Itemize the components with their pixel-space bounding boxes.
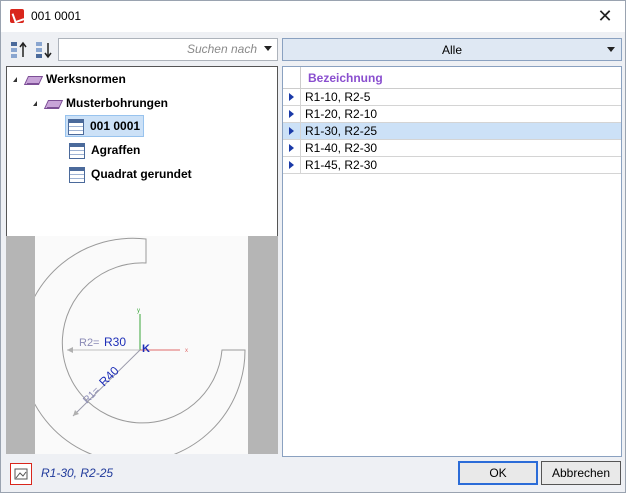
book-icon	[45, 98, 61, 110]
row-marker-icon	[289, 127, 294, 135]
tree-item-label: Agraffen	[91, 143, 141, 157]
row-label: R1-10, R2-5	[305, 90, 371, 104]
tree-item-agraffen[interactable]: Agraffen	[69, 140, 140, 160]
search-combobox[interactable]: Suchen nach	[58, 38, 278, 61]
table-icon	[69, 142, 85, 159]
r1-label: R1=	[81, 385, 102, 406]
list-row[interactable]: R1-45, R2-30	[283, 157, 621, 174]
row-marker-icon	[289, 93, 294, 101]
catalog-tree: Werksnormen Musterbohrungen 001 0001 Agr…	[6, 66, 278, 237]
tree-item-label: Quadrat gerundet	[91, 167, 192, 181]
tree-item-label: 001 0001	[90, 119, 141, 133]
book-icon	[25, 74, 41, 86]
list-row-selected[interactable]: R1-30, R2-25	[283, 123, 621, 140]
column-header-bezeichnung[interactable]: Bezeichnung	[308, 71, 383, 85]
row-marker-icon	[289, 161, 294, 169]
r2-value: R30	[104, 335, 126, 349]
filter-dropdown[interactable]: Alle	[282, 38, 622, 61]
table-icon	[68, 118, 84, 135]
tree-item-musterbohrungen[interactable]: Musterbohrungen	[33, 93, 168, 113]
tree-item-quadrat-gerundet[interactable]: Quadrat gerundet	[69, 164, 192, 184]
row-label: R1-45, R2-30	[305, 158, 378, 172]
cancel-button[interactable]: Abbrechen	[541, 461, 621, 485]
tree-item-label: Musterbohrungen	[66, 96, 168, 110]
sort-ascending-icon[interactable]	[9, 40, 29, 60]
axis-y-label: y	[137, 308, 140, 314]
hole-preview-drawing: x y R2= R30 K R1= R40	[20, 237, 246, 463]
designation-list: Bezeichnung R1-10, R2-5 R1-20, R2-10 R1-…	[282, 66, 622, 457]
row-label: R1-30, R2-25	[305, 124, 378, 138]
tree-item-001-0001[interactable]: 001 0001	[65, 115, 145, 137]
axis-x-label: x	[185, 348, 188, 354]
list-row[interactable]: R1-20, R2-10	[283, 106, 621, 123]
table-icon	[69, 166, 85, 183]
row-label: R1-40, R2-30	[305, 141, 378, 155]
r2-label: R2=	[79, 337, 100, 349]
list-row[interactable]: R1-10, R2-5	[283, 89, 621, 106]
row-marker-icon	[289, 144, 294, 152]
close-button[interactable]: ✕	[585, 1, 625, 32]
app-icon	[10, 9, 24, 23]
tree-item-label: Werksnormen	[46, 72, 126, 86]
title-bar: 001 0001 ✕	[1, 1, 625, 32]
preview-toggle-button[interactable]	[10, 463, 32, 485]
image-icon	[14, 468, 28, 480]
chevron-down-icon[interactable]	[264, 46, 272, 51]
dialog-content: Suchen nach Alle Werksnormen Musterbohru…	[1, 32, 625, 492]
expander-icon[interactable]	[13, 77, 17, 82]
chevron-down-icon[interactable]	[607, 47, 615, 52]
expander-icon[interactable]	[33, 101, 37, 106]
filter-value: Alle	[441, 43, 462, 57]
dialog-window: 001 0001 ✕ Suchen nach Alle Werksnormen …	[0, 0, 626, 493]
r1-value: R40	[96, 363, 122, 389]
row-header-gutter	[283, 67, 301, 88]
origin-label: K	[142, 343, 150, 355]
tree-item-werksnormen[interactable]: Werksnormen	[13, 69, 126, 89]
sort-descending-icon[interactable]	[34, 40, 54, 60]
selected-item-status: R1-30, R2-25	[41, 466, 114, 480]
ok-button[interactable]: OK	[458, 461, 538, 485]
preview-canvas: x y R2= R30 K R1= R40	[20, 236, 248, 463]
search-placeholder: Suchen nach	[186, 42, 257, 56]
row-marker-icon	[289, 110, 294, 118]
preview-panel: x y R2= R30 K R1= R40	[6, 236, 278, 463]
window-title: 001 0001	[31, 9, 82, 23]
row-label: R1-20, R2-10	[305, 107, 378, 121]
list-row[interactable]: R1-40, R2-30	[283, 140, 621, 157]
list-header: Bezeichnung	[283, 67, 621, 89]
